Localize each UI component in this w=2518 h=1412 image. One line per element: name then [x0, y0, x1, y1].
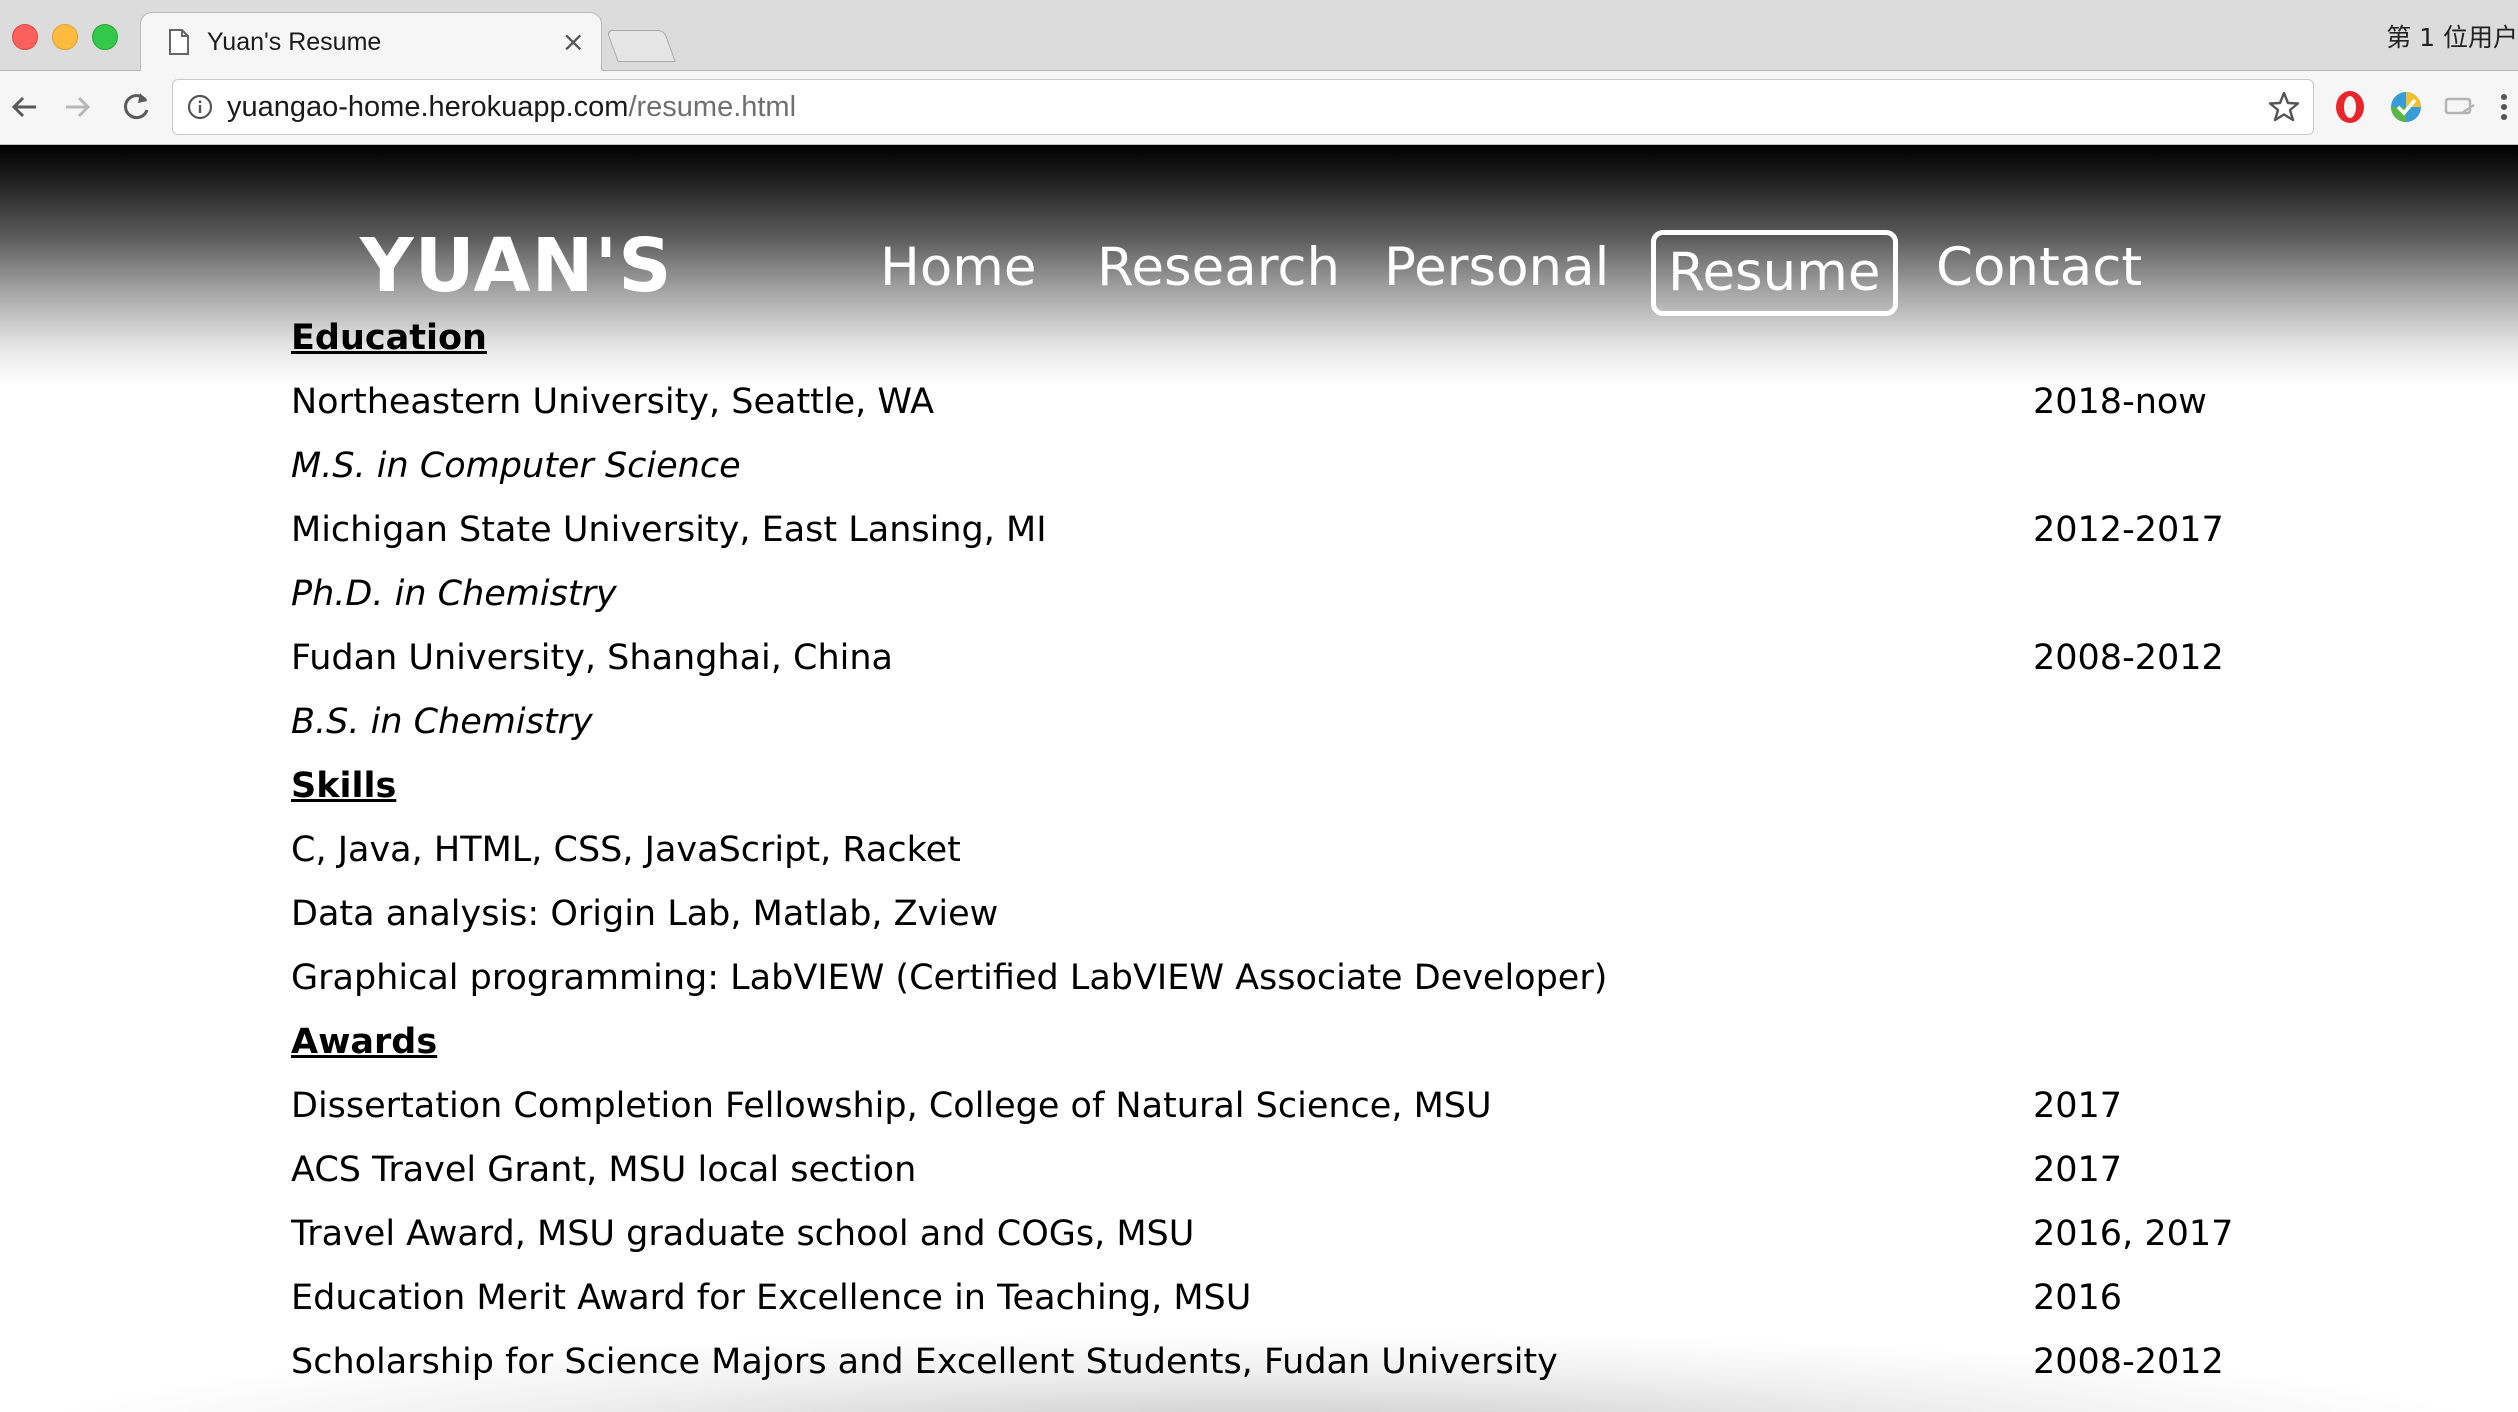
browser-tab-active[interactable]: Yuan's Resume ×: [140, 12, 602, 73]
award-name: ACS Travel Grant, MSU local section: [291, 1150, 917, 1190]
skill-item: Graphical programming: LabVIEW (Certifie…: [291, 958, 1608, 998]
award-year: 2017: [2033, 1150, 2123, 1190]
education-school: Michigan State University, East Lansing,…: [291, 510, 1047, 550]
education-entry: Northeastern University, Seattle, WA 201…: [291, 370, 2291, 434]
education-degree: Ph.D. in Chemistry: [291, 574, 617, 614]
nav-personal[interactable]: Personal: [1384, 237, 1609, 298]
education-years: 2018-now: [2033, 382, 2207, 422]
window-minimize-button[interactable]: [52, 24, 78, 50]
page-icon: [169, 29, 189, 55]
education-years: 2008-2012: [2033, 638, 2224, 678]
reload-icon[interactable]: [118, 89, 154, 125]
award-name: Dissertation Completion Fellowship, Coll…: [291, 1086, 1492, 1126]
url-path: /resume.html: [628, 91, 797, 123]
award-year: 2017: [2033, 1086, 2123, 1126]
nav-research[interactable]: Research: [1097, 237, 1340, 298]
award-year: 2016: [2033, 1278, 2123, 1318]
nav-resume[interactable]: Resume: [1651, 230, 1898, 316]
award-item: Travel Award, MSU graduate school and CO…: [291, 1202, 2291, 1266]
awards-heading: Awards: [291, 1022, 438, 1062]
new-tab-button[interactable]: [606, 30, 676, 62]
site-logo[interactable]: YUAN'S: [360, 223, 673, 309]
resume-content: Education Northeastern University, Seatt…: [291, 306, 2291, 1394]
url-host: yuangao-home.herokuapp.com: [227, 91, 629, 123]
education-school: Fudan University, Shanghai, China: [291, 638, 894, 678]
extension-icon[interactable]: [2388, 89, 2424, 125]
nav-home[interactable]: Home: [880, 237, 1037, 298]
education-degree: B.S. in Chemistry: [291, 702, 593, 742]
award-item: Scholarship for Science Majors and Excel…: [291, 1330, 2291, 1394]
award-name: Travel Award, MSU graduate school and CO…: [291, 1214, 1195, 1254]
forward-icon[interactable]: [60, 89, 96, 125]
info-icon[interactable]: [187, 94, 213, 120]
url-text[interactable]: yuangao-home.herokuapp.com/resume.html: [227, 91, 796, 124]
address-bar[interactable]: yuangao-home.herokuapp.com/resume.html: [172, 79, 2314, 135]
window-close-button[interactable]: [12, 24, 38, 50]
education-degree: M.S. in Computer Science: [291, 446, 741, 486]
award-item: Education Merit Award for Excellence in …: [291, 1266, 2291, 1330]
award-item: ACS Travel Grant, MSU local section 2017: [291, 1138, 2291, 1202]
education-entry: Michigan State University, East Lansing,…: [291, 498, 2291, 562]
bookmark-star-icon[interactable]: [2267, 90, 2301, 124]
skills-heading: Skills: [291, 766, 397, 806]
skill-item: Data analysis: Origin Lab, Matlab, Zview: [291, 894, 999, 934]
award-name: Scholarship for Science Majors and Excel…: [291, 1342, 1558, 1382]
menu-dots-icon[interactable]: [2494, 89, 2514, 125]
window-maximize-button[interactable]: [92, 24, 118, 50]
education-years: 2012-2017: [2033, 510, 2224, 550]
award-name: Education Merit Award for Excellence in …: [291, 1278, 1252, 1318]
award-year: 2008-2012: [2033, 1342, 2224, 1382]
cast-extension-icon[interactable]: [2442, 89, 2478, 125]
nav-contact[interactable]: Contact: [1936, 237, 2142, 298]
browser-toolbar: yuangao-home.herokuapp.com/resume.html: [0, 71, 2518, 145]
opera-extension-icon[interactable]: [2332, 89, 2368, 125]
education-school: Northeastern University, Seattle, WA: [291, 382, 935, 422]
education-entry: Fudan University, Shanghai, China 2008-2…: [291, 626, 2291, 690]
award-year: 2016, 2017: [2033, 1214, 2234, 1254]
back-icon[interactable]: [6, 89, 42, 125]
skill-item: C, Java, HTML, CSS, JavaScript, Racket: [291, 830, 961, 870]
browser-tab-bar: Yuan's Resume × 第 1 位用户: [0, 0, 2518, 73]
tab-title: Yuan's Resume: [207, 28, 382, 56]
tab-close-icon[interactable]: ×: [562, 25, 585, 58]
award-item: Dissertation Completion Fellowship, Coll…: [291, 1074, 2291, 1138]
education-heading: Education: [291, 318, 487, 358]
profile-label[interactable]: 第 1 位用户: [2386, 18, 2518, 54]
